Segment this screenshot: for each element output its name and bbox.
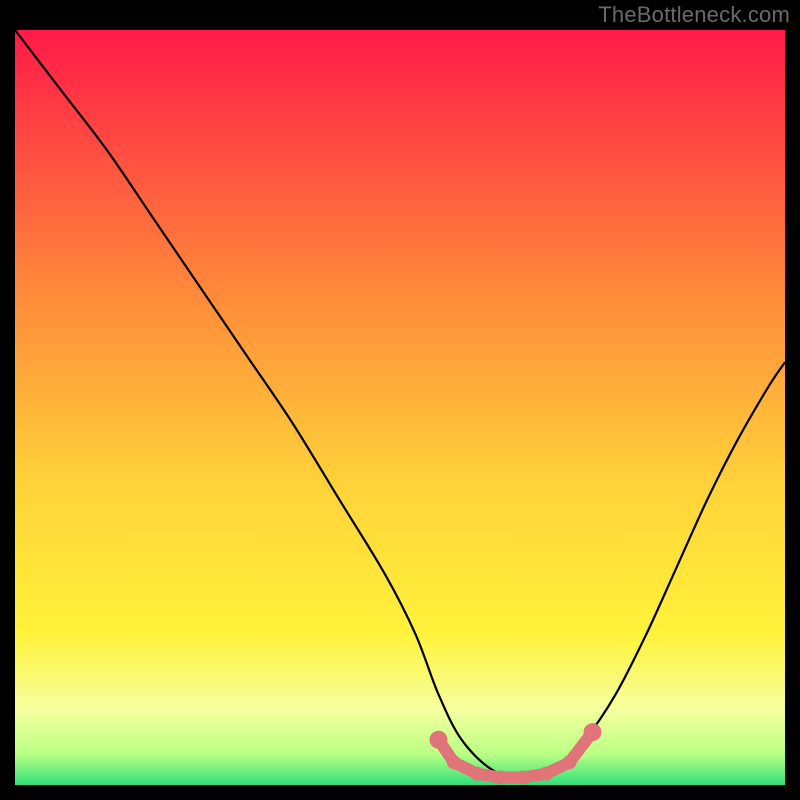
plot-area xyxy=(15,30,785,785)
gradient-background xyxy=(15,30,785,785)
watermark-text: TheBottleneck.com xyxy=(598,2,790,28)
chart-frame: TheBottleneck.com xyxy=(0,0,800,800)
